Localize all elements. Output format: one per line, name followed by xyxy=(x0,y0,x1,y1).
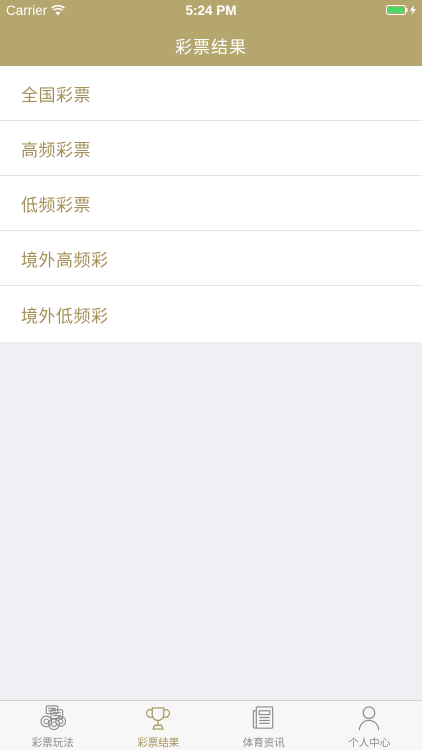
tab-label: 个人中心 xyxy=(348,737,391,749)
trophy-icon xyxy=(146,707,171,730)
lottery-category-list: 全国彩票 高频彩票 低频彩票 境外高频彩 境外低频彩 xyxy=(0,66,422,342)
newspaper-icon xyxy=(252,706,274,729)
tab-personal-center[interactable]: 个人中心 xyxy=(317,701,422,750)
person-icon xyxy=(359,706,380,731)
tab-label: 彩票结果 xyxy=(137,737,180,749)
list-item-overseas-low-frequency[interactable]: 境外低频彩 xyxy=(0,286,422,342)
tab-label: 体育资讯 xyxy=(242,737,285,749)
page-title: 彩票结果 xyxy=(175,38,247,58)
tab-sports-news[interactable]: 体育资讯 xyxy=(211,701,317,750)
list-item-national-lottery[interactable]: 全国彩票 xyxy=(0,66,422,121)
tab-bar: 彩票玩法 彩票结果 体育资讯 个人中心 xyxy=(0,700,422,750)
list-item-label: 低频彩票 xyxy=(21,195,91,216)
lottery-balls-icon xyxy=(40,705,66,731)
status-bar: Carrier 5:24 PM xyxy=(0,0,422,22)
app-header: Carrier 5:24 PM 彩票结果 xyxy=(0,0,422,66)
list-item-low-frequency[interactable]: 低频彩票 xyxy=(0,176,422,231)
list-item-overseas-high-frequency[interactable]: 境外高频彩 xyxy=(0,231,422,286)
battery-icon xyxy=(386,5,408,15)
tab-lottery-games[interactable]: 彩票玩法 xyxy=(0,701,106,750)
battery-indicator xyxy=(386,5,416,15)
list-item-label: 境外低频彩 xyxy=(21,306,109,327)
tab-lottery-results[interactable]: 彩票结果 xyxy=(106,701,212,750)
charging-bolt-icon xyxy=(410,5,416,15)
list-item-label: 全国彩票 xyxy=(21,85,91,106)
tab-label: 彩票玩法 xyxy=(31,737,74,749)
list-item-high-frequency[interactable]: 高频彩票 xyxy=(0,121,422,176)
status-time: 5:24 PM xyxy=(185,3,237,18)
list-item-label: 境外高频彩 xyxy=(21,250,109,271)
list-item-label: 高频彩票 xyxy=(21,140,91,161)
